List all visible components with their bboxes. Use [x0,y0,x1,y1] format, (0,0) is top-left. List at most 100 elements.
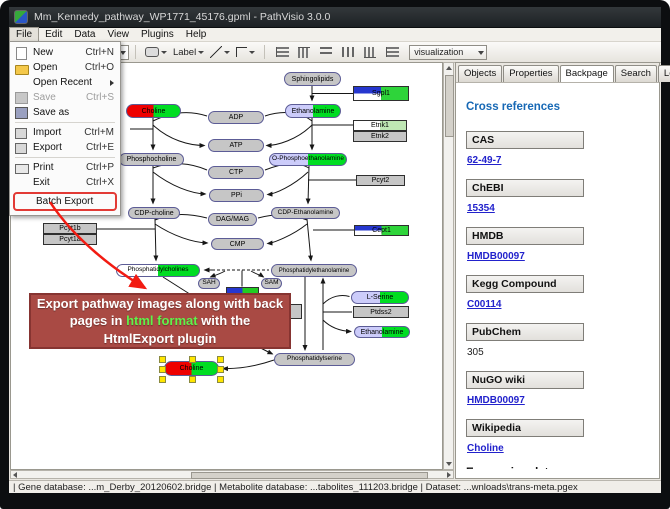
align-bottom-button[interactable] [362,45,378,60]
menu-item-print[interactable]: PrintCtrl+P [12,160,118,175]
toolbar-separator [135,45,136,59]
node-phosphatidylethanolamine[interactable]: Phosphatidylethanolamine [271,264,357,277]
menu-edit[interactable]: Edit [39,28,68,41]
datanode-icon [145,47,159,57]
scroll-right-icon[interactable] [447,472,451,478]
selection-handle[interactable] [159,366,166,373]
node-etnk1[interactable]: Etnk1 [353,120,407,131]
selection-handle[interactable] [189,376,196,383]
node-choline-top[interactable]: Choline [126,104,181,118]
horizontal-scroll-thumb[interactable] [191,472,428,479]
visualization-combobox[interactable]: visualization [409,45,487,60]
align-center-button[interactable] [274,45,290,60]
xref-header-hmdb: HMDB [466,227,584,245]
node-cdp-ethanolamine[interactable]: CDP-Ethanolamine [271,207,340,219]
tab-objects[interactable]: Objects [458,65,502,82]
connector-tool-button[interactable] [236,45,255,60]
node-pcyt2[interactable]: Pcyt2 [356,175,405,186]
xref-link-kegg[interactable]: C00114 [467,299,649,310]
menu-item-new[interactable]: NewCtrl+N [12,45,118,60]
node-sah[interactable]: SAH [198,278,220,289]
selection-handle[interactable] [159,376,166,383]
selection-handle[interactable] [217,356,224,363]
menu-item-open[interactable]: OpenCtrl+O [12,60,118,75]
chevron-down-icon[interactable] [478,51,484,55]
selection-handle[interactable] [189,356,196,363]
node-dag[interactable]: DAG/MAG [208,213,257,226]
node-phosphocholine[interactable]: Phosphocholine [119,153,184,166]
menu-bar: File Edit Data View Plugins Help [9,28,661,42]
node-pcyt1b[interactable]: Pcyt1b [43,223,97,234]
menu-separator [15,122,115,123]
node-sphingolipids[interactable]: Sphingolipids [284,72,341,86]
xref-header-nugo: NuGO wiki [466,371,584,389]
node-choline-selected[interactable]: Choline [164,361,219,376]
menu-data[interactable]: Data [68,28,101,41]
xref-link-wikipedia[interactable]: Choline [467,443,649,454]
node-ethanolamine-top[interactable]: Ethanolamine [285,104,341,118]
selection-handle[interactable] [217,376,224,383]
menu-item-export[interactable]: ExportCtrl+E [12,140,118,155]
menu-help[interactable]: Help [180,28,213,41]
xref-link-hmdb[interactable]: HMDB00097 [467,251,649,262]
xref-header-kegg: Kegg Compound [466,275,584,293]
node-phosphatidylcholines[interactable]: Phosphatidylcholines [116,264,200,277]
vertical-scroll-thumb[interactable] [445,75,454,137]
scroll-left-icon[interactable] [13,472,17,478]
scroll-up-icon[interactable] [446,66,452,70]
node-etnk2[interactable]: Etnk2 [353,131,407,142]
menu-plugins[interactable]: Plugins [135,28,180,41]
xref-link-nugo[interactable]: HMDB00097 [467,395,649,406]
node-ptdss2[interactable]: Ptdss2 [353,306,409,318]
xref-link-chebi[interactable]: 15354 [467,203,649,214]
node-phosphatidylserine[interactable]: Phosphatidylserine [274,353,355,366]
line-tool-button[interactable] [210,45,230,60]
label-template-button[interactable]: Label [173,45,204,60]
menu-item-import[interactable]: ImportCtrl+M [12,125,118,140]
align-middle-button[interactable] [296,45,312,60]
tab-properties[interactable]: Properties [503,65,558,82]
menu-item-exit[interactable]: ExitCtrl+X [12,175,118,190]
annotation-line2: pages in html format with the [31,312,289,330]
save-as-icon [15,107,28,118]
node-l-serine[interactable]: L-Serine [351,291,409,304]
canvas-vertical-scrollbar[interactable] [443,62,454,470]
tab-legend[interactable]: Legend [658,65,670,82]
menu-item-open-recent[interactable]: Open Recent [12,75,118,90]
node-adp[interactable]: ADP [208,111,264,124]
title-bar[interactable]: Mm_Kennedy_pathway_WP1771_45176.gpml - P… [9,7,661,27]
datanode-template-button[interactable] [145,45,167,60]
node-cdp-choline[interactable]: CDP-choline [128,207,180,219]
xref-header-pubchem: PubChem [466,323,584,341]
selection-handle[interactable] [159,356,166,363]
node-atp[interactable]: ATP [208,139,264,152]
align-center-icon [276,47,289,57]
node-o-phosphoethanolamine[interactable]: O-Phosphoethanolamine [269,153,347,166]
node-ethanolamine-bottom[interactable]: Ethanolamine [354,326,410,338]
tab-search[interactable]: Search [615,65,657,82]
open-folder-icon [15,62,28,73]
xref-link-cas[interactable]: 62-49-7 [467,155,649,166]
tab-backpage[interactable]: Backpage [560,65,614,82]
distribute-vertical-button[interactable] [318,45,334,60]
selection-handle[interactable] [217,366,224,373]
import-icon [15,127,28,138]
align-left-button[interactable] [384,45,400,60]
node-pcyt1a[interactable]: Pcyt1a [43,234,97,245]
node-sam[interactable]: SAM [261,278,282,289]
node-ctp[interactable]: CTP [208,166,264,179]
menu-item-batch-export[interactable]: Batch Export [15,194,115,209]
scroll-down-icon[interactable] [446,462,452,466]
align-left-icon [386,47,399,57]
distribute-horizontal-button[interactable] [340,45,356,60]
menu-file[interactable]: File [9,27,39,42]
node-cept1[interactable]: Cept1 [354,225,409,236]
node-sgpl1[interactable]: Sgpl1 [353,86,409,101]
chevron-down-icon [224,51,230,54]
node-ppi[interactable]: PPi [209,189,264,202]
node-cmp[interactable]: CMP [211,238,264,250]
menu-view[interactable]: View [101,28,135,41]
canvas-horizontal-scrollbar[interactable] [10,470,454,479]
align-middle-icon [298,47,310,58]
menu-item-save-as[interactable]: Save as [12,105,118,120]
